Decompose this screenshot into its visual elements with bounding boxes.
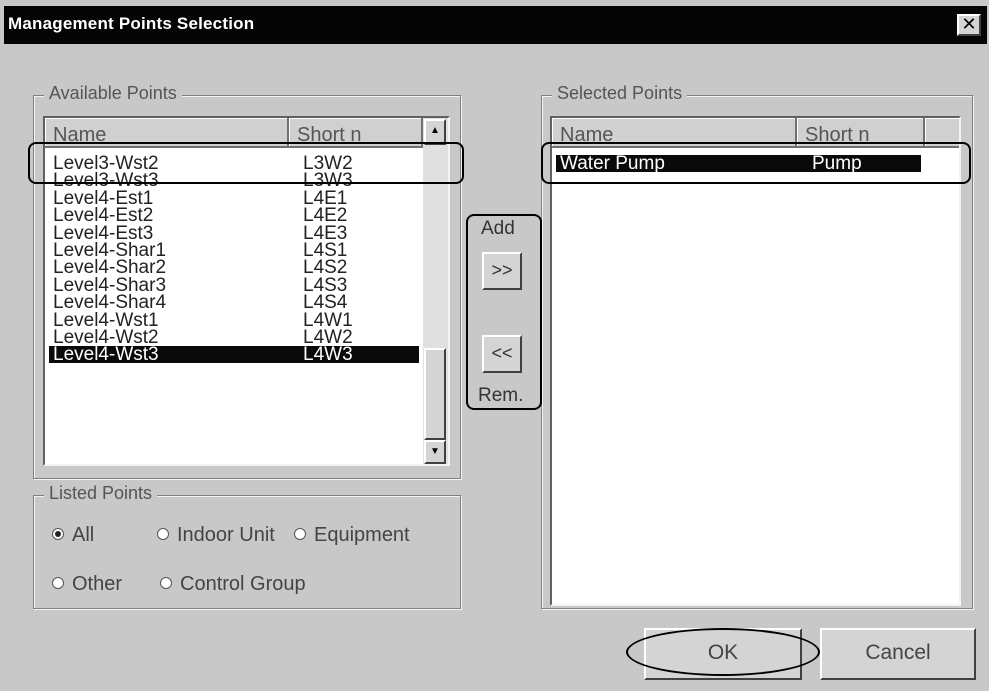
radio-control-group-label: Control Group [180, 573, 306, 595]
column-header-filler [925, 118, 959, 148]
scroll-thumb[interactable] [424, 348, 446, 440]
selected-points-label: Selected Points [552, 83, 688, 104]
add-button[interactable]: >> [482, 252, 522, 290]
scroll-down-icon[interactable]: ▼ [424, 440, 446, 464]
available-points-row-name: Level4-Est2 [53, 205, 154, 227]
column-header-short-name[interactable]: Short n [289, 118, 423, 148]
selected-points-row[interactable]: Water Pump Pump [556, 153, 921, 174]
available-points-row[interactable]: Level4-Shar4 L4S4 [49, 292, 419, 314]
available-points-row-name: Level4-Shar4 [53, 292, 167, 314]
title-bar: Management Points Selection ✕ [4, 6, 987, 44]
highlight-transfer-buttons [466, 214, 542, 410]
available-points-row-short-name: L4S2 [303, 257, 348, 279]
radio-other-label: Other [72, 573, 123, 595]
dialog: Management Points Selection ✕ Available … [0, 0, 989, 691]
column-header-name[interactable]: Name [45, 118, 289, 148]
available-points-row-name: Level4-Shar2 [53, 257, 167, 279]
column-header-name[interactable]: Name [552, 118, 797, 148]
available-points-row-short-name: L4E2 [303, 205, 348, 227]
available-points-row[interactable]: Level3-Wst3 L3W3 [49, 170, 419, 192]
radio-other-indicator[interactable] [52, 576, 64, 589]
radio-all[interactable]: All [52, 524, 94, 547]
scroll-up-icon[interactable]: ▲ [424, 119, 446, 145]
available-points-row[interactable]: Level4-Shar2 L4S2 [49, 257, 419, 279]
available-points-row-name: Level4-Wst3 [53, 344, 159, 366]
close-icon[interactable]: ✕ [957, 14, 981, 36]
listed-points-label: Listed Points [44, 483, 158, 504]
available-points-row[interactable]: Level4-Wst3 L4W3 [49, 344, 419, 366]
available-points-row[interactable]: Level4-Est2 L4E2 [49, 205, 419, 227]
radio-control-group-indicator[interactable] [160, 576, 172, 589]
radio-other[interactable]: Other [52, 573, 122, 596]
cancel-button[interactable]: Cancel [820, 628, 976, 680]
available-points-row-short-name: L4S4 [303, 292, 348, 314]
radio-indoor-unit[interactable]: Indoor Unit [157, 524, 275, 547]
available-list-scrollbar[interactable]: ▲ ▼ [423, 118, 448, 464]
radio-indoor-unit-indicator[interactable] [157, 527, 169, 540]
radio-all-label: All [72, 524, 95, 546]
column-header-short-name[interactable]: Short n [797, 118, 925, 148]
remove-label: Rem. [478, 385, 524, 406]
add-label: Add [481, 218, 515, 239]
available-points-row-short-name: L4W3 [303, 344, 353, 366]
window-title: Management Points Selection [8, 14, 255, 33]
selected-points-list[interactable]: Name Short n Water Pump Pump [550, 116, 961, 606]
radio-equipment[interactable]: Equipment [294, 524, 410, 547]
radio-indoor-unit-label: Indoor Unit [177, 524, 275, 546]
available-points-label: Available Points [44, 83, 182, 104]
remove-button[interactable]: << [482, 335, 522, 373]
radio-equipment-indicator[interactable] [294, 527, 306, 540]
available-points-row-name: Level3-Wst3 [53, 170, 159, 192]
available-points-list[interactable]: Name Short n Level3-Wst2 L3W2 Level3-Wst3 L… [43, 116, 450, 466]
selected-points-row-name: Water Pump [560, 153, 665, 174]
available-points-row-short-name: L3W3 [303, 170, 353, 192]
radio-all-indicator[interactable] [52, 527, 64, 540]
selected-points-row-short-name: Pump [812, 153, 862, 174]
radio-equipment-label: Equipment [314, 524, 410, 546]
ok-button[interactable]: OK [644, 628, 802, 680]
radio-control-group[interactable]: Control Group [160, 573, 306, 596]
